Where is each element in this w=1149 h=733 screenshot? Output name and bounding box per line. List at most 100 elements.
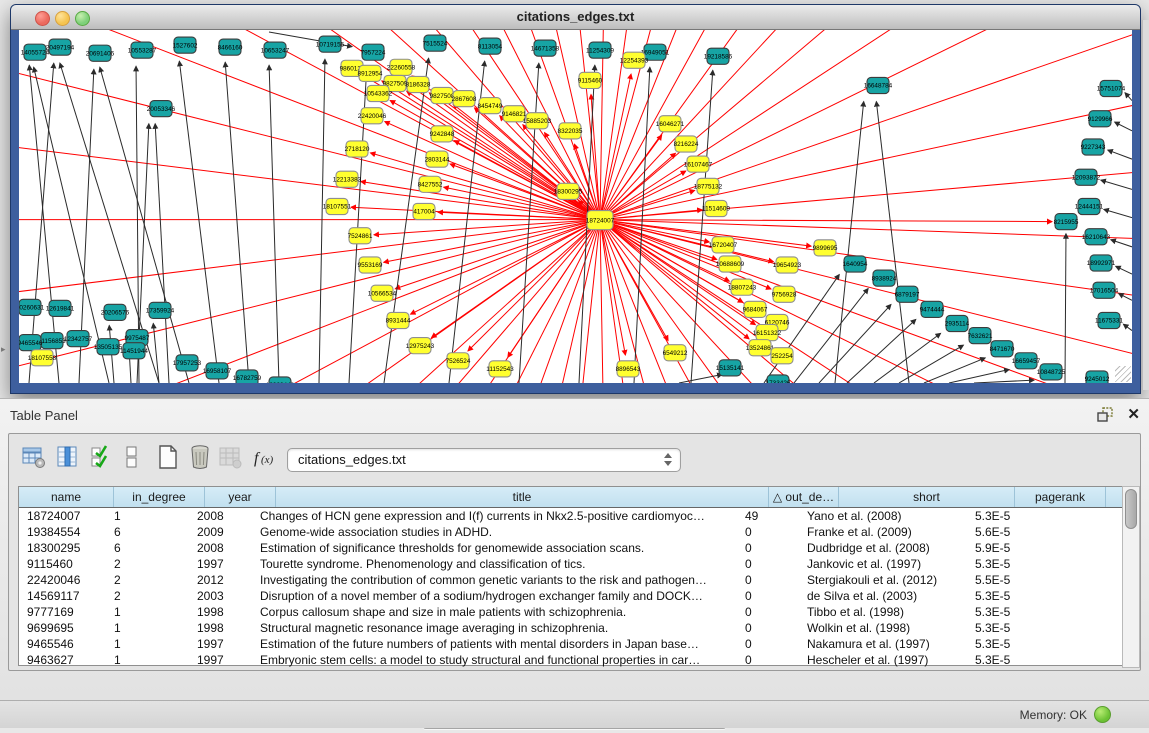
graph-node-label: 16210643 bbox=[1082, 234, 1111, 241]
graph-node-label: 15135141 bbox=[716, 365, 745, 372]
cell-out_de: 0 bbox=[737, 636, 799, 652]
clear-selection-icon[interactable] bbox=[119, 444, 145, 470]
graph-node-label: 19654923 bbox=[773, 262, 802, 269]
table-scrollbar[interactable] bbox=[1122, 486, 1140, 668]
graph-node-label: 10566534 bbox=[368, 290, 397, 297]
graph-node-label: 16659457 bbox=[1012, 358, 1041, 365]
table-toolbar: f (x) citations_edges.txt bbox=[9, 434, 1140, 482]
table-row[interactable]: 2242004622012Investigating the contribut… bbox=[19, 572, 1123, 588]
show-column-icon[interactable] bbox=[55, 444, 81, 470]
graph-node-label: 11514609 bbox=[702, 206, 730, 213]
table-panel-title: Table Panel bbox=[10, 408, 78, 423]
table-row[interactable]: 946362711997Embryonic stem cells: a mode… bbox=[19, 652, 1123, 668]
graph-node-label: 13524861 bbox=[746, 345, 775, 352]
table-select-dropdown[interactable]: citations_edges.txt bbox=[287, 448, 681, 472]
graph-node-label: 8896543 bbox=[616, 366, 641, 373]
column-header-short[interactable]: short bbox=[839, 487, 1015, 507]
column-header-out_de[interactable]: △ out_de… bbox=[769, 487, 839, 507]
graph-node-label: 9146821 bbox=[502, 111, 527, 118]
cell-year: 1997 bbox=[189, 556, 252, 572]
cell-in_degree: 2 bbox=[106, 572, 189, 588]
graph-node-label: 12254393 bbox=[620, 57, 649, 64]
graph-node-label: 2935114 bbox=[945, 321, 970, 328]
graph-node-label: 1733426 bbox=[766, 380, 791, 383]
graph-node-label: 9899695 bbox=[813, 245, 838, 252]
table-header-row[interactable]: namein_degreeyeartitle△ out_de…shortpage… bbox=[19, 487, 1123, 508]
network-canvas[interactable]: 1405572420497194206914061055328715276028… bbox=[19, 30, 1132, 383]
graph-node-label: 12619841 bbox=[46, 306, 75, 313]
cell-in_degree: 2 bbox=[106, 588, 189, 604]
column-header-title[interactable]: title bbox=[276, 487, 769, 507]
graph-node-label: 17957253 bbox=[173, 360, 202, 367]
cell-in_degree: 1 bbox=[106, 604, 189, 620]
cell-title: Structural magnetic resonance image aver… bbox=[252, 620, 737, 636]
cell-pagerank: 5.3E-5 bbox=[967, 508, 1050, 524]
graph-node-label: 7632621 bbox=[968, 333, 993, 340]
dropdown-stepper-icon bbox=[664, 451, 673, 469]
window-titlebar[interactable]: citations_edges.txt bbox=[11, 5, 1140, 30]
graph-node-label: 8216224 bbox=[674, 141, 699, 148]
column-header-year[interactable]: year bbox=[205, 487, 276, 507]
graph-node-label: 8215955 bbox=[1054, 219, 1079, 226]
graph-node-label: 11675331 bbox=[1095, 318, 1123, 325]
column-header-in_degree[interactable]: in_degree bbox=[114, 487, 205, 507]
column-header-name[interactable]: name bbox=[19, 487, 114, 507]
cell-pagerank: 5.3E-5 bbox=[967, 620, 1050, 636]
cell-in_degree: 1 bbox=[106, 508, 189, 524]
cell-title: Estimation of significance thresholds fo… bbox=[252, 540, 737, 556]
table-row[interactable]: 1872400712008Changes of HCN gene express… bbox=[19, 508, 1123, 524]
close-panel-icon[interactable]: ✕ bbox=[1127, 405, 1140, 423]
column-header-pagerank[interactable]: pagerank bbox=[1015, 487, 1106, 507]
graph-node-label: 18107558 bbox=[28, 355, 57, 362]
memory-status-indicator-icon[interactable] bbox=[1094, 706, 1111, 723]
cell-out_de: 0 bbox=[737, 524, 799, 540]
graph-node-label: 1640954 bbox=[843, 261, 868, 268]
graph-node-label: 16720407 bbox=[709, 242, 738, 249]
select-rows-icon[interactable] bbox=[89, 444, 115, 470]
table-row[interactable]: 977716911998Corpus callosum shape and si… bbox=[19, 604, 1123, 620]
cell-short: Jankovic et al. (1997) bbox=[799, 556, 967, 572]
table-row[interactable]: 1938455462009Genome-wide association stu… bbox=[19, 524, 1123, 540]
cell-short: Stergiakouli et al. (2012) bbox=[799, 572, 967, 588]
cell-out_de: 0 bbox=[737, 620, 799, 636]
graph-node-label: 20497194 bbox=[46, 44, 75, 51]
table-row[interactable]: 1456911722003Disruption of a novel membe… bbox=[19, 588, 1123, 604]
cell-title: Embryonic stem cells: a model to study s… bbox=[252, 652, 737, 668]
graph-node-label: 12975243 bbox=[406, 343, 435, 350]
float-window-icon[interactable] bbox=[1097, 407, 1115, 423]
network-view-window: citations_edges.txt 14055724204971942069… bbox=[10, 4, 1141, 394]
graph-node-label: 10653247 bbox=[261, 47, 290, 54]
table-rows[interactable]: 1872400712008Changes of HCN gene express… bbox=[19, 508, 1123, 668]
graph-node-label: 20260631 bbox=[19, 305, 45, 312]
graph-node-label: 15751074 bbox=[1097, 86, 1126, 93]
table-row[interactable]: 1830029562008Estimation of significance … bbox=[19, 540, 1123, 556]
cell-name: 19384554 bbox=[19, 524, 106, 540]
cell-year: 2008 bbox=[189, 540, 252, 556]
cell-pagerank: 5.3E-5 bbox=[967, 652, 1050, 668]
graph-node-label: 22260558 bbox=[387, 65, 416, 72]
scrollbar-thumb[interactable] bbox=[1125, 489, 1137, 529]
graph-node-label: 16046271 bbox=[656, 121, 685, 128]
graph-node-label: 12923448 bbox=[266, 382, 295, 383]
graph-node-label: 1527602 bbox=[173, 42, 198, 49]
import-table-icon[interactable] bbox=[217, 444, 243, 470]
new-table-icon[interactable] bbox=[155, 444, 181, 470]
table-row[interactable]: 969969511998Structural magnetic resonanc… bbox=[19, 620, 1123, 636]
graph-node-label: 10848725 bbox=[1037, 369, 1066, 376]
cell-out_de: 0 bbox=[737, 556, 799, 572]
table-settings-icon[interactable] bbox=[21, 444, 47, 470]
table-row[interactable]: 911546021997Tourette syndrome. Phenomeno… bbox=[19, 556, 1123, 572]
cell-short: Yano et al. (2008) bbox=[799, 508, 967, 524]
resize-grip[interactable] bbox=[1115, 366, 1131, 382]
graph-node-label: 8912954 bbox=[358, 71, 383, 78]
graph-node-label: 8454749 bbox=[478, 103, 503, 110]
function-builder-icon[interactable]: f (x) bbox=[251, 444, 283, 470]
graph-node-label: 18300295 bbox=[554, 189, 583, 196]
cell-year: 2008 bbox=[189, 508, 252, 524]
citation-network-graph[interactable]: 1405572420497194206914061055328715276028… bbox=[19, 30, 1132, 383]
cell-pagerank: 5.3E-5 bbox=[967, 604, 1050, 620]
cell-title: Tourette syndrome. Phenomenology and cla… bbox=[252, 556, 737, 572]
graph-node-label: 9465546 bbox=[19, 340, 43, 347]
delete-table-icon[interactable] bbox=[187, 444, 213, 470]
table-row[interactable]: 946554611997Estimation of the future num… bbox=[19, 636, 1123, 652]
